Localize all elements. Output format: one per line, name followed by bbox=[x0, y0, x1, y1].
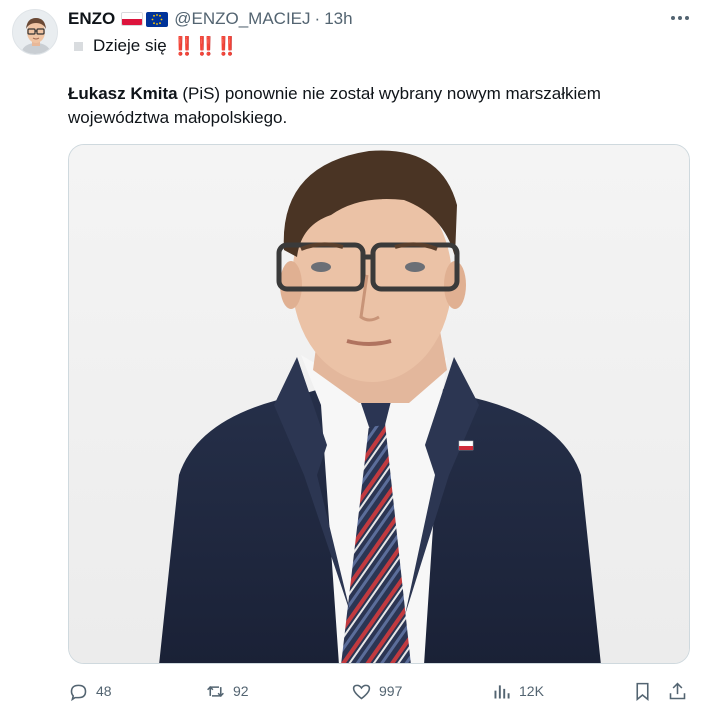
reply-button[interactable]: 48 bbox=[68, 676, 112, 706]
bookmark-button[interactable] bbox=[632, 676, 653, 706]
reply-icon bbox=[70, 684, 87, 701]
views-icon bbox=[494, 684, 510, 698]
bookmark-icon bbox=[636, 682, 649, 701]
tweet-header: ENZO @ENZO_MACIEJ · 13h bbox=[68, 8, 353, 30]
share-button[interactable] bbox=[667, 676, 688, 706]
avatar[interactable] bbox=[12, 9, 58, 55]
user-handle[interactable]: @ENZO_MACIEJ bbox=[174, 9, 310, 29]
display-name[interactable]: ENZO bbox=[68, 9, 115, 29]
status-text: Dzieje się bbox=[93, 36, 167, 55]
like-count: 997 bbox=[379, 683, 403, 699]
eu-flag-icon bbox=[146, 11, 169, 27]
share-icon bbox=[669, 682, 686, 699]
exclamation-emoji: ‼️‼️‼️ bbox=[172, 35, 238, 56]
heart-icon bbox=[352, 684, 371, 699]
separator-dot: · bbox=[314, 9, 321, 28]
portrait-photo bbox=[69, 145, 689, 663]
views-button[interactable]: 12K bbox=[491, 676, 544, 706]
more-icon bbox=[671, 16, 689, 20]
like-button[interactable]: 997 bbox=[351, 676, 402, 706]
repost-button[interactable]: 92 bbox=[205, 676, 249, 706]
tweet-photo[interactable] bbox=[68, 144, 690, 664]
status-line: Dzieje się ‼️‼️‼️ bbox=[74, 34, 238, 58]
tweet-text-bold: Łukasz Kmita bbox=[68, 84, 178, 103]
tweet[interactable]: ENZO @ENZO_MACIEJ · 13h Dzieje się ‼️‼️‼… bbox=[0, 0, 706, 712]
avatar-image bbox=[13, 10, 57, 54]
poland-flag-icon bbox=[121, 12, 144, 26]
more-options-button[interactable] bbox=[664, 8, 696, 28]
bullet-square-icon bbox=[74, 41, 83, 51]
repost-icon bbox=[207, 685, 224, 697]
tweet-text: Łukasz Kmita (PiS) ponownie nie został w… bbox=[68, 82, 688, 130]
repost-count: 92 bbox=[233, 683, 249, 699]
reply-count: 48 bbox=[96, 683, 112, 699]
action-bar: 48 92 997 12K bbox=[0, 676, 706, 706]
timestamp[interactable]: 13h bbox=[324, 9, 352, 29]
views-count: 12K bbox=[519, 683, 544, 699]
